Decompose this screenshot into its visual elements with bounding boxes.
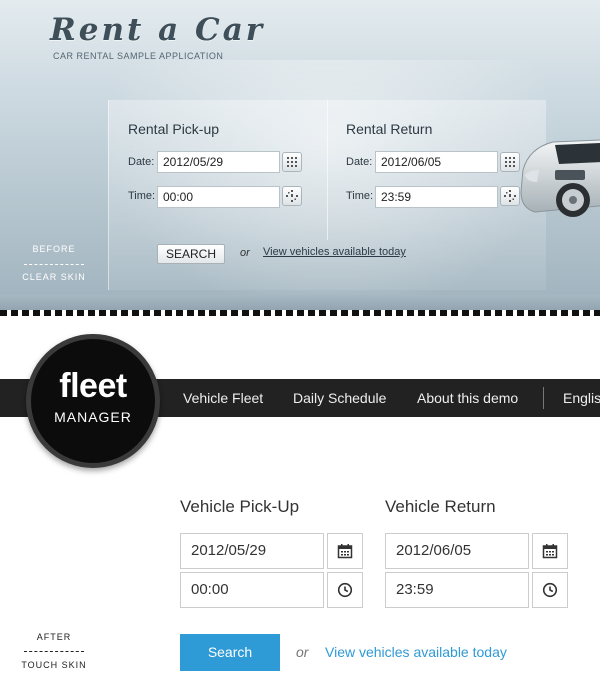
fleet-manager-logo[interactable]: fleet MANAGER bbox=[26, 334, 160, 468]
calendar-icon bbox=[287, 157, 297, 167]
return-time-label: Time: bbox=[346, 190, 374, 202]
clear-skin-label: CLEAR SKIN bbox=[22, 272, 86, 282]
car-image bbox=[520, 139, 600, 217]
search-button[interactable]: SEARCH bbox=[157, 244, 225, 264]
return-time-button[interactable] bbox=[532, 572, 568, 608]
pickup-heading: Rental Pick-up bbox=[128, 121, 220, 137]
pickup-date-input[interactable]: 2012/05/29 bbox=[180, 533, 324, 569]
view-available-link[interactable]: View vehicles available today bbox=[263, 246, 406, 258]
after-skin-panel: Vehicle Fleet Daily Schedule About this … bbox=[0, 316, 600, 700]
return-date-input[interactable]: 2012/06/05 bbox=[375, 151, 498, 173]
before-divider bbox=[24, 264, 84, 265]
after-label: AFTER bbox=[36, 632, 72, 642]
logo-subtitle: MANAGER bbox=[54, 409, 132, 425]
nav-separator bbox=[543, 387, 544, 409]
pickup-date-input[interactable]: 2012/05/29 bbox=[157, 151, 280, 173]
clock-icon bbox=[337, 582, 353, 598]
pickup-time-button[interactable] bbox=[282, 186, 302, 206]
calendar-icon bbox=[337, 544, 353, 559]
pickup-time-input[interactable]: 00:00 bbox=[157, 186, 280, 208]
clock-icon bbox=[542, 582, 558, 598]
return-heading: Vehicle Return bbox=[385, 497, 496, 516]
return-time-input[interactable]: 23:59 bbox=[385, 572, 529, 608]
return-date-label: Date: bbox=[346, 156, 373, 168]
form-divider bbox=[327, 100, 328, 240]
return-calendar-button[interactable] bbox=[532, 533, 568, 569]
nav-language[interactable]: Englis bbox=[563, 379, 600, 417]
pickup-calendar-button[interactable] bbox=[327, 533, 363, 569]
search-button[interactable]: Search bbox=[180, 634, 280, 671]
return-date-input[interactable]: 2012/06/05 bbox=[385, 533, 529, 569]
touch-skin-label: TOUCH SKIN bbox=[21, 660, 87, 670]
logo-word: fleet bbox=[59, 367, 127, 405]
nav-vehicle-fleet[interactable]: Vehicle Fleet bbox=[183, 379, 263, 417]
pickup-time-label: Time: bbox=[128, 190, 156, 202]
rent-a-car-logo: Rent a Car bbox=[50, 12, 266, 48]
return-time-input[interactable]: 23:59 bbox=[375, 186, 498, 208]
clock-icon bbox=[286, 190, 298, 202]
pickup-heading: Vehicle Pick-Up bbox=[180, 497, 300, 516]
calendar-icon bbox=[542, 544, 558, 559]
return-heading: Rental Return bbox=[346, 121, 433, 137]
view-available-link[interactable]: View vehicles available today bbox=[325, 644, 507, 660]
pickup-time-input[interactable]: 00:00 bbox=[180, 572, 324, 608]
pickup-time-button[interactable] bbox=[327, 572, 363, 608]
or-text: or bbox=[240, 247, 250, 259]
pickup-date-label: Date: bbox=[128, 156, 155, 168]
before-label: BEFORE bbox=[32, 244, 76, 254]
pickup-calendar-button[interactable] bbox=[282, 152, 302, 172]
before-skin-panel: Rent a Car CAR RENTAL SAMPLE APPLICATION… bbox=[0, 0, 600, 312]
comparison-page: Rent a Car CAR RENTAL SAMPLE APPLICATION… bbox=[0, 0, 600, 700]
or-text: or bbox=[296, 644, 309, 660]
after-divider bbox=[24, 651, 84, 652]
nav-daily-schedule[interactable]: Daily Schedule bbox=[293, 379, 386, 417]
logo-subtitle: CAR RENTAL SAMPLE APPLICATION bbox=[53, 51, 224, 61]
nav-about-demo[interactable]: About this demo bbox=[417, 379, 518, 417]
